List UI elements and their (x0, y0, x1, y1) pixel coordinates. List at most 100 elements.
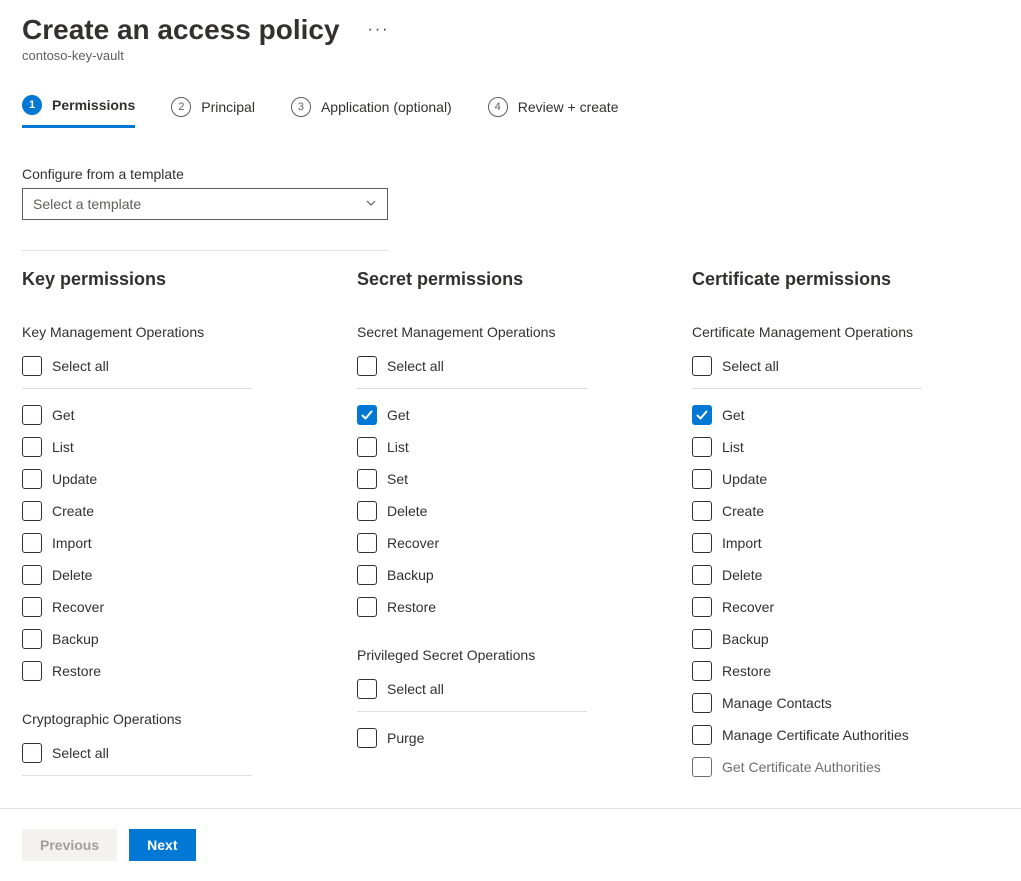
page-title: Create an access policy (22, 14, 340, 46)
permission-backup[interactable]: Backup (22, 623, 327, 655)
checkbox-icon (692, 629, 712, 649)
checkbox-icon (22, 629, 42, 649)
previous-button: Previous (22, 829, 117, 861)
checkbox-icon (692, 501, 712, 521)
group-label: Certificate Management Operations (692, 324, 997, 340)
permission-manage-contacts[interactable]: Manage Contacts (692, 687, 997, 719)
permission-restore[interactable]: Restore (22, 655, 327, 687)
permission-backup[interactable]: Backup (692, 623, 997, 655)
permission-label: Recover (52, 600, 104, 614)
permission-get[interactable]: Get (22, 399, 327, 431)
permission-label: Backup (722, 632, 769, 646)
permission-label: Update (722, 472, 767, 486)
tab-permissions[interactable]: 1Permissions (22, 95, 135, 128)
checkbox-icon (22, 501, 42, 521)
permission-set[interactable]: Set (357, 463, 662, 495)
permission-purge[interactable]: Purge (357, 722, 662, 754)
select-all-checkbox[interactable]: Select all (22, 737, 327, 769)
tab-label: Application (optional) (321, 99, 452, 115)
permission-label: List (722, 440, 744, 454)
permission-update[interactable]: Update (22, 463, 327, 495)
permission-delete[interactable]: Delete (22, 559, 327, 591)
permission-create[interactable]: Create (692, 495, 997, 527)
permission-list[interactable]: List (357, 431, 662, 463)
divider (357, 711, 587, 712)
select-all-checkbox[interactable]: Select all (357, 350, 662, 382)
checkbox-icon (22, 437, 42, 457)
permission-label: Get (722, 408, 745, 422)
step-number-icon: 4 (488, 97, 508, 117)
wizard-tabs: 1Permissions 2Principal 3 Application (opti… (0, 63, 1021, 128)
checkbox-icon (357, 533, 377, 553)
checkbox-icon (357, 356, 377, 376)
step-number-icon: 3 (291, 97, 311, 117)
permission-label: Create (52, 504, 94, 518)
permission-label: Manage Certificate Authorities (722, 728, 909, 742)
tab-principal[interactable]: 2Principal (171, 95, 255, 128)
checkbox-icon (692, 356, 712, 376)
permission-recover[interactable]: Recover (692, 591, 997, 623)
group-label: Cryptographic Operations (22, 711, 327, 727)
tab-application-optional-[interactable]: 3 Application (optional) (291, 95, 452, 128)
tab-review-create[interactable]: 4Review + create (488, 95, 619, 128)
next-button[interactable]: Next (129, 829, 195, 861)
checkbox-icon (22, 469, 42, 489)
permission-list[interactable]: List (692, 431, 997, 463)
permission-delete[interactable]: Delete (357, 495, 662, 527)
checkbox-icon (357, 405, 377, 425)
permission-import[interactable]: Import (692, 527, 997, 559)
permission-label: Update (52, 472, 97, 486)
permission-label: Get Certificate Authorities (722, 760, 881, 774)
permission-get-certificate-authorities[interactable]: Get Certificate Authorities (692, 751, 997, 783)
template-placeholder: Select a template (33, 196, 141, 212)
permission-label: Import (52, 536, 92, 550)
more-icon[interactable]: ··· (368, 21, 390, 39)
permission-list[interactable]: List (22, 431, 327, 463)
permission-label: Set (387, 472, 408, 486)
resource-subtitle: contoso-key-vault (22, 48, 999, 63)
permission-delete[interactable]: Delete (692, 559, 997, 591)
permission-label: Delete (387, 504, 427, 518)
permission-label: Restore (52, 664, 101, 678)
permission-label: Delete (722, 568, 762, 582)
permission-label: Restore (387, 600, 436, 614)
checkbox-icon (692, 437, 712, 457)
permission-get[interactable]: Get (357, 399, 662, 431)
permission-label: Select all (387, 359, 444, 373)
permission-label: Select all (387, 682, 444, 696)
checkbox-icon (22, 661, 42, 681)
select-all-checkbox[interactable]: Select all (357, 673, 662, 705)
key-permissions-heading: Key permissions (22, 269, 327, 290)
template-select[interactable]: Select a template (22, 188, 388, 220)
checkbox-icon (357, 501, 377, 521)
divider (22, 388, 252, 389)
permission-create[interactable]: Create (22, 495, 327, 527)
permission-label: Delete (52, 568, 92, 582)
permission-restore[interactable]: Restore (692, 655, 997, 687)
secret-permissions-heading: Secret permissions (357, 269, 662, 290)
divider (692, 388, 922, 389)
checkbox-icon (692, 469, 712, 489)
permission-label: Select all (52, 359, 109, 373)
permission-backup[interactable]: Backup (357, 559, 662, 591)
checkbox-icon (22, 565, 42, 585)
permission-label: Purge (387, 731, 424, 745)
checkbox-icon (692, 405, 712, 425)
permission-label: List (52, 440, 74, 454)
template-label: Configure from a template (22, 166, 999, 182)
checkbox-icon (22, 533, 42, 553)
permission-recover[interactable]: Recover (357, 527, 662, 559)
checkbox-icon (692, 661, 712, 681)
permission-import[interactable]: Import (22, 527, 327, 559)
permission-update[interactable]: Update (692, 463, 997, 495)
checkbox-icon (357, 679, 377, 699)
group-label: Privileged Secret Operations (357, 647, 662, 663)
permission-label: Restore (722, 664, 771, 678)
permission-recover[interactable]: Recover (22, 591, 327, 623)
select-all-checkbox[interactable]: Select all (692, 350, 997, 382)
permission-restore[interactable]: Restore (357, 591, 662, 623)
select-all-checkbox[interactable]: Select all (22, 350, 327, 382)
checkbox-icon (22, 356, 42, 376)
permission-get[interactable]: Get (692, 399, 997, 431)
permission-manage-certificate-authorities[interactable]: Manage Certificate Authorities (692, 719, 997, 751)
